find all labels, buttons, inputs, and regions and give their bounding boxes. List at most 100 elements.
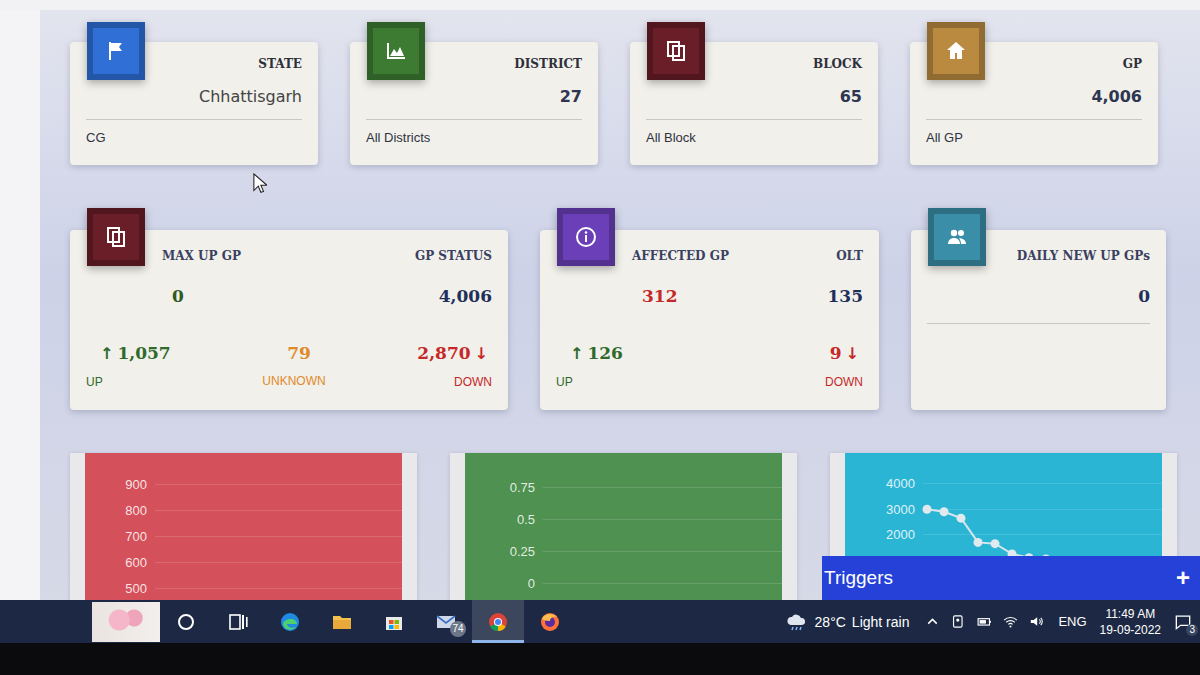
y-tick: 900	[85, 471, 402, 497]
summary-card[interactable]: STATEChhattisgarhCG	[70, 42, 318, 165]
triggers-expand-button[interactable]: +	[1176, 564, 1190, 592]
chrome-icon	[486, 610, 510, 634]
clock[interactable]: 11:49 AM19-09-2022	[1100, 606, 1161, 638]
weather-widget[interactable]: 28°C Light rain	[785, 610, 910, 634]
stat-label: DOWN	[454, 374, 492, 390]
taskbar-button[interactable]	[212, 600, 264, 643]
metric-label: OLT	[828, 248, 864, 265]
card-divider	[926, 119, 1142, 120]
top-strip	[0, 0, 1200, 10]
grid-line	[543, 519, 782, 520]
metric-value: 312	[632, 285, 729, 307]
card-value: 27	[366, 85, 582, 109]
series-point[interactable]	[974, 538, 983, 547]
mouse-cursor-icon	[253, 173, 267, 194]
metric-label: GP STATUS	[415, 248, 492, 265]
grid-line	[155, 588, 402, 589]
stat-value: 9↓	[830, 341, 863, 366]
meet-now-icon[interactable]	[950, 613, 967, 630]
chart-panel: 900800700600500	[85, 453, 402, 600]
card-footer: All GP	[926, 130, 1142, 146]
card-divider	[366, 119, 582, 120]
card-value: Chhattisgarh	[86, 85, 302, 109]
file-explorer-icon	[330, 610, 354, 634]
status-card[interactable]: DAILY NEW UP GPs0	[911, 230, 1166, 410]
status-card[interactable]: MAX UP GP0GP STATUS4,006↑1,057UP79UNKNOW…	[70, 230, 508, 410]
series-point[interactable]	[923, 505, 932, 514]
summary-card[interactable]: BLOCK65All Block	[630, 42, 878, 165]
wifi-icon[interactable]	[1002, 613, 1019, 630]
card-badge	[87, 208, 145, 266]
card-divider	[646, 119, 862, 120]
edge-icon	[278, 610, 302, 634]
summary-card[interactable]: DISTRICT27All Districts	[350, 42, 598, 165]
grid-line	[543, 551, 782, 552]
stat-number: 79	[287, 343, 311, 363]
metric-label: AFFECTED GP	[632, 248, 729, 265]
taskbar-button[interactable]	[316, 600, 368, 643]
y-axis: 0.75 0.5 0.25 0	[465, 471, 782, 599]
taskbar-button[interactable]	[524, 600, 576, 643]
taskbar-button[interactable]	[264, 600, 316, 643]
y-tick: 600	[85, 549, 402, 575]
tick-label: 800	[85, 503, 147, 518]
card-badge	[927, 22, 985, 80]
stat-item: 9↓DOWN	[825, 341, 863, 390]
triggers-bar[interactable]: Triggers +	[822, 556, 1200, 600]
chevron-up-icon[interactable]	[924, 613, 941, 630]
stat-row: ↑126UP9↓DOWN	[556, 341, 863, 390]
people-icon	[945, 225, 969, 249]
up-arrow: ↑	[100, 344, 113, 363]
taskbar-button[interactable]: 74	[420, 600, 472, 643]
down-arrow: ↓	[846, 344, 859, 363]
right-metric: DAILY NEW UP GPs0	[1017, 248, 1150, 307]
series-point[interactable]	[991, 539, 1000, 548]
y-tick: 0.25	[465, 535, 782, 567]
notification-count: 3	[1186, 624, 1198, 636]
volume-icon[interactable]	[1028, 613, 1045, 630]
up-arrow: ↑	[570, 344, 583, 363]
series-point[interactable]	[940, 507, 949, 516]
taskbar-button[interactable]	[472, 600, 524, 643]
weather-condition: Light rain	[852, 614, 910, 630]
stat-label: UP	[556, 374, 573, 390]
grid-line	[155, 510, 402, 511]
grid-line	[155, 536, 402, 537]
triggers-title: Triggers	[824, 567, 893, 589]
tick-label: 600	[85, 555, 147, 570]
home-icon	[944, 39, 968, 63]
taskbar-button[interactable]	[160, 600, 212, 643]
info-icon	[574, 225, 598, 249]
metric-label: MAX UP GP	[162, 248, 241, 265]
card-badge	[367, 22, 425, 80]
status-card[interactable]: AFFECTED GP312OLT135↑126UP9↓DOWN	[540, 230, 879, 410]
series-point[interactable]	[957, 514, 966, 523]
tick-label: 4000	[845, 476, 915, 491]
notification-button[interactable]: 3	[1170, 607, 1196, 637]
chart-card: 900800700600500	[70, 453, 417, 600]
y-tick: 4000	[845, 471, 1162, 497]
card-badge	[557, 208, 615, 266]
summary-card[interactable]: GP4,006All GP	[910, 42, 1158, 165]
grid-line	[543, 583, 782, 584]
system-tray: 28°C Light rain ENG 11:49 AM19-09-2022 3	[785, 606, 1196, 638]
chart-panel: 0.75 0.5 0.25 0	[465, 453, 782, 600]
flag-icon	[104, 39, 128, 63]
stat-label: UNKNOWN	[262, 373, 325, 389]
right-metric: OLT 135	[828, 248, 864, 307]
taskbar-button[interactable]	[368, 600, 420, 643]
grid-line	[923, 509, 1162, 510]
y-tick: 0.75	[465, 471, 782, 503]
metric-value: 135	[828, 285, 864, 307]
tick-label: 0.5	[465, 512, 535, 527]
y-tick: 700	[85, 523, 402, 549]
language-indicator[interactable]: ENG	[1058, 614, 1086, 629]
stat-value: 2,870↓	[417, 341, 492, 366]
card-footer: CG	[86, 130, 302, 146]
y-axis: 400030002000	[845, 471, 1162, 548]
weather-temp: 28°C	[815, 614, 846, 630]
dashboard: STATEChhattisgarhCGDISTRICT27All Distric…	[40, 10, 1200, 600]
tick-label: 0	[465, 576, 535, 591]
stat-item: 2,870↓ DOWN	[417, 341, 492, 390]
battery-icon[interactable]	[976, 613, 993, 630]
